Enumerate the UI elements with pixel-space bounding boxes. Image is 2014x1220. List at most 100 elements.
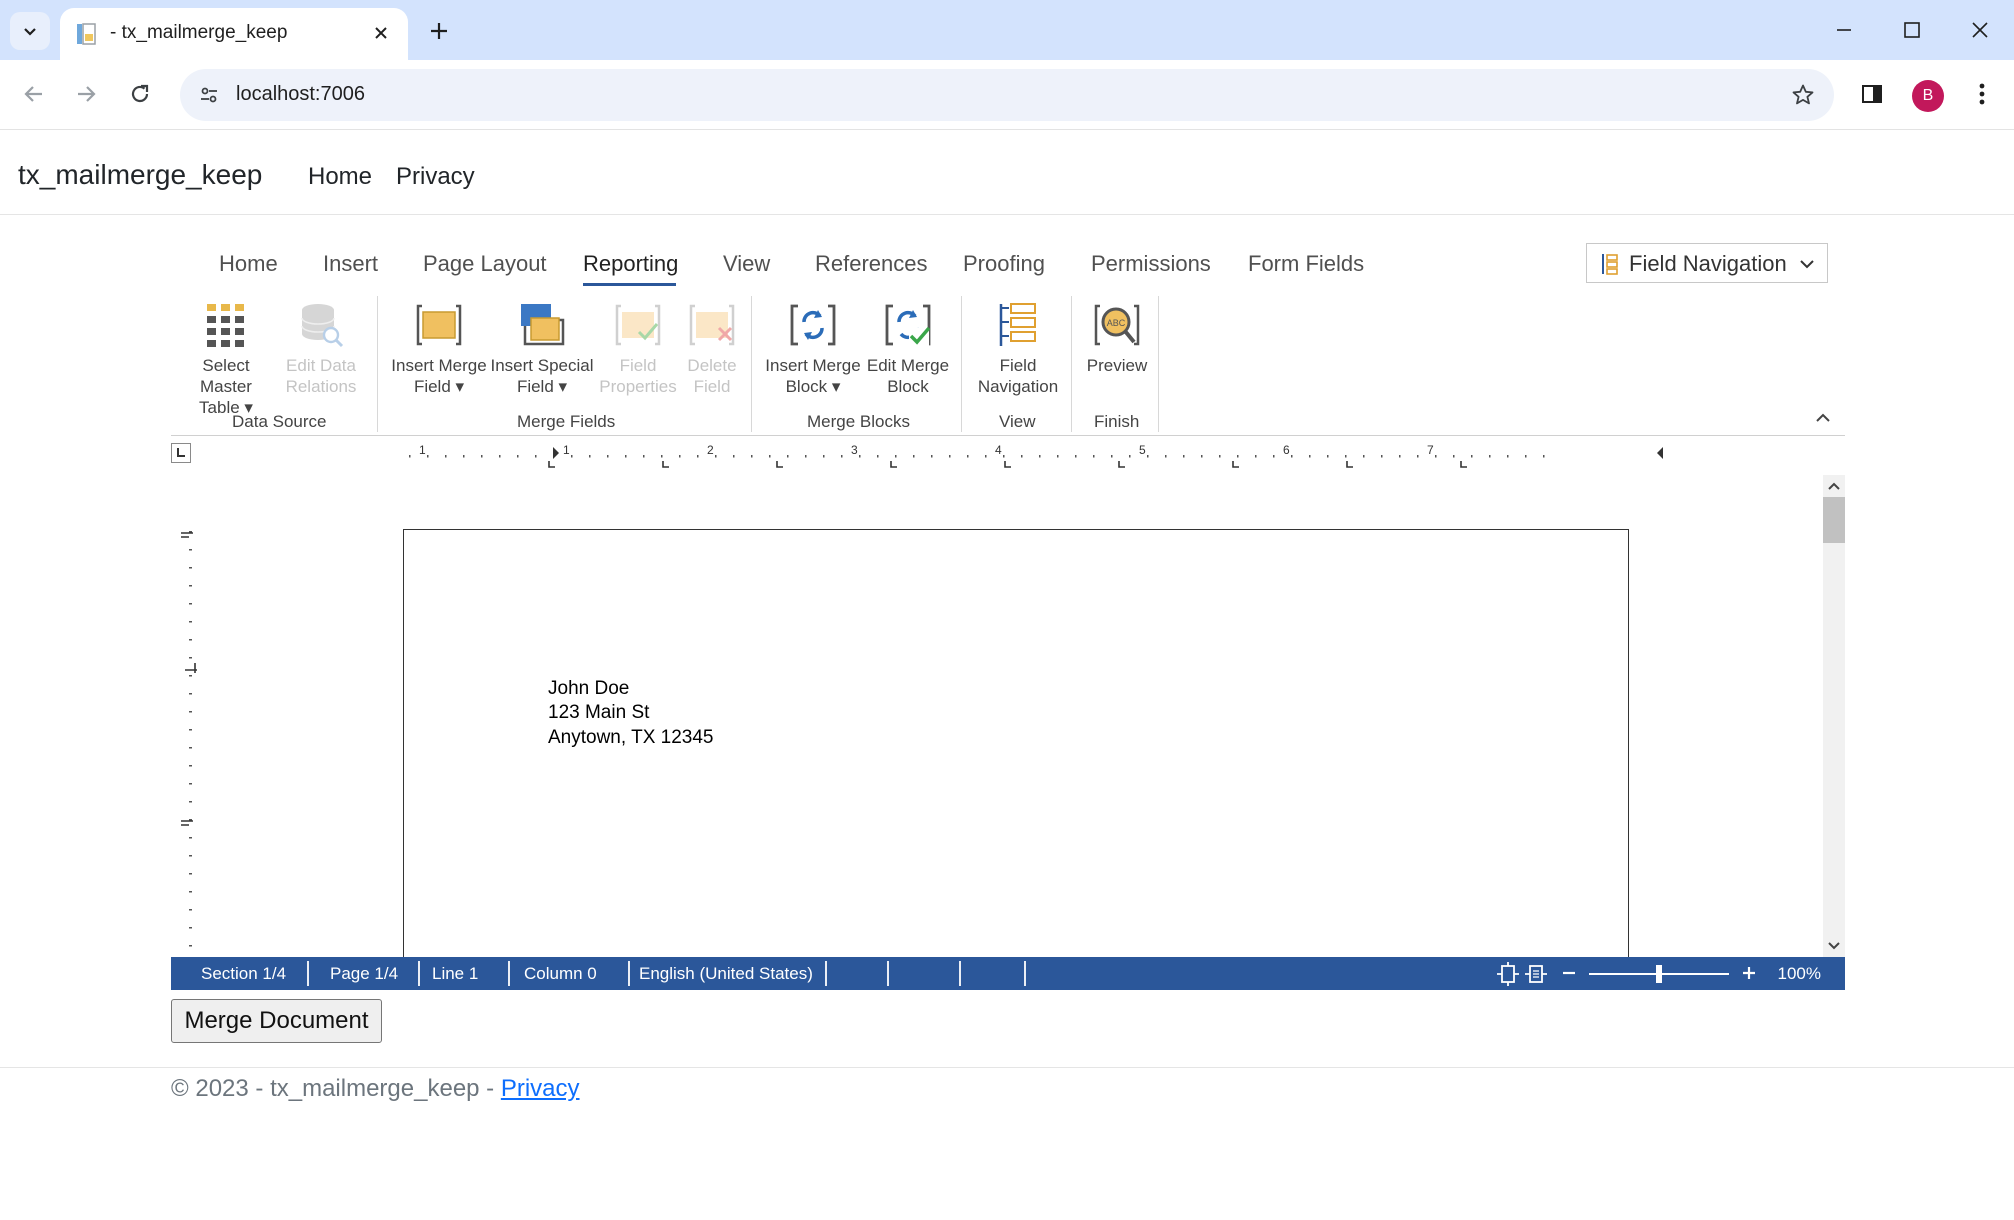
insert-special-field-button[interactable]: Insert Special Field ▾	[489, 300, 595, 397]
tab-form-fields[interactable]: Form Fields	[1248, 251, 1364, 277]
document-page[interactable]: John Doe 123 Main St Anytown, TX 12345	[403, 529, 1629, 957]
fit-width-icon[interactable]	[1524, 962, 1548, 986]
status-line[interactable]: Line 1	[432, 964, 478, 984]
ruler-tab-stop	[1118, 461, 1125, 468]
ruler-number: 5	[1139, 443, 1146, 457]
ruler-tick	[679, 455, 681, 458]
ruler-tick	[427, 455, 429, 458]
profile-avatar[interactable]: B	[1912, 80, 1944, 112]
ruler-tick	[1363, 455, 1365, 458]
zoom-out-icon[interactable]	[1559, 963, 1579, 983]
edit-merge-block-button[interactable]: Edit Merge Block	[863, 300, 953, 397]
tab-view[interactable]: View	[723, 251, 770, 277]
status-column[interactable]: Column 0	[524, 964, 597, 984]
zoom-slider-thumb[interactable]	[1656, 965, 1662, 983]
ruler-tick	[189, 873, 192, 875]
ruler-tick	[445, 455, 447, 458]
preview-button[interactable]: ABC Preview	[1081, 300, 1153, 376]
edit-merge-block-icon	[881, 300, 935, 350]
ruler-tick	[499, 455, 501, 458]
site-brand[interactable]: tx_mailmerge_keep	[18, 159, 262, 191]
browser-tab[interactable]: - tx_mailmerge_keep	[60, 8, 408, 60]
vertical-scrollbar[interactable]	[1823, 475, 1845, 957]
ruler-tick	[805, 455, 807, 458]
status-language[interactable]: English (United States)	[639, 964, 813, 984]
tab-reporting[interactable]: Reporting	[583, 251, 678, 277]
ruler-tab-stop	[890, 461, 897, 468]
tab-home[interactable]: Home	[219, 251, 278, 277]
insert-merge-field-label-2: Field ▾	[413, 377, 465, 396]
minimize-icon[interactable]	[1814, 10, 1874, 50]
ruler-tick	[1003, 455, 1005, 458]
address-bar[interactable]: localhost:7006	[180, 69, 1834, 121]
forward-icon[interactable]	[66, 74, 106, 114]
status-page[interactable]: Page 1/4	[330, 964, 398, 984]
insert-special-field-label-1: Insert Special	[490, 356, 594, 375]
tab-permissions[interactable]: Permissions	[1091, 251, 1211, 277]
delete-field-button[interactable]: Delete Field	[677, 300, 747, 397]
ruler-tick	[189, 837, 192, 839]
field-navigation-dropdown[interactable]: Field Navigation	[1586, 243, 1828, 283]
side-panel-icon[interactable]	[1852, 74, 1892, 114]
tab-search-button[interactable]	[10, 12, 50, 50]
back-icon[interactable]	[14, 74, 54, 114]
insert-merge-block-button[interactable]: Insert Merge Block ▾	[763, 300, 863, 397]
tab-page-layout[interactable]: Page Layout	[423, 251, 547, 277]
document-editor[interactable]: John Doe 123 Main St Anytown, TX 12345	[171, 475, 1845, 957]
tab-proofing[interactable]: Proofing	[963, 251, 1045, 277]
menu-kebab-icon[interactable]	[1962, 74, 2002, 114]
nav-privacy-link[interactable]: Privacy	[396, 163, 475, 191]
ruler-number: 4	[995, 443, 1002, 457]
ruler-tick	[1147, 455, 1149, 458]
footer-privacy-link[interactable]: Privacy	[501, 1075, 580, 1102]
ruler-tick	[751, 455, 753, 458]
ruler-tick	[189, 549, 192, 551]
tab-references[interactable]: References	[815, 251, 928, 277]
status-separator	[418, 961, 420, 986]
ruler-tick	[1273, 455, 1275, 458]
nav-home-link[interactable]: Home	[308, 163, 372, 191]
bookmark-star-icon[interactable]	[1786, 78, 1820, 112]
ruler-tick	[1327, 455, 1329, 458]
site-info-icon[interactable]	[192, 78, 226, 112]
scroll-up-icon[interactable]	[1823, 475, 1845, 497]
chevron-down-icon	[1800, 260, 1814, 269]
close-tab-icon[interactable]	[368, 20, 394, 46]
edit-data-relations-button[interactable]: Edit Data Relations	[281, 300, 361, 397]
select-master-table-button[interactable]: Select Master Table ▾	[176, 300, 276, 418]
edit-merge-block-label-2: Block	[887, 377, 929, 396]
maximize-icon[interactable]	[1882, 10, 1942, 50]
scrollbar-thumb[interactable]	[1823, 497, 1845, 543]
ruler-tick	[189, 639, 192, 641]
ruler-tick	[823, 455, 825, 458]
new-tab-icon[interactable]	[422, 14, 456, 48]
status-separator	[887, 961, 889, 986]
ruler-tick	[1021, 455, 1023, 458]
ruler-tick	[877, 455, 879, 458]
ruler-tick	[189, 567, 192, 569]
ruler-tick	[1219, 455, 1221, 458]
fit-page-icon[interactable]	[1496, 962, 1520, 986]
ruler-tick	[1129, 455, 1131, 458]
select-master-table-label-1: Select Master	[200, 356, 252, 396]
zoom-percentage[interactable]: 100%	[1778, 964, 1821, 984]
merge-document-button[interactable]: Merge Document	[171, 999, 382, 1043]
insert-merge-field-button[interactable]: Insert Merge Field ▾	[389, 300, 489, 397]
ruler-number: 2	[707, 443, 714, 457]
field-navigation-label-2: Navigation	[977, 377, 1059, 396]
cursor-line-marker	[185, 663, 197, 673]
field-properties-button[interactable]: Field Properties	[595, 300, 681, 397]
ruler-tab-stop	[662, 461, 669, 468]
close-window-icon[interactable]	[1950, 10, 2010, 50]
ruler-tick	[189, 945, 192, 947]
ruler-tick	[1471, 455, 1473, 458]
scroll-down-icon[interactable]	[1823, 935, 1845, 957]
field-navigation-button[interactable]: Field Navigation	[971, 300, 1065, 397]
horizontal-ruler[interactable]: 1 1 2 3 4 5 6 7	[171, 437, 1845, 475]
edit-data-relations-label-1: Edit Data	[286, 356, 356, 375]
tab-insert[interactable]: Insert	[323, 251, 378, 277]
zoom-in-icon[interactable]	[1739, 963, 1759, 983]
status-section[interactable]: Section 1/4	[201, 964, 286, 984]
reload-icon[interactable]	[120, 74, 160, 114]
collapse-ribbon-icon[interactable]	[1811, 408, 1835, 428]
